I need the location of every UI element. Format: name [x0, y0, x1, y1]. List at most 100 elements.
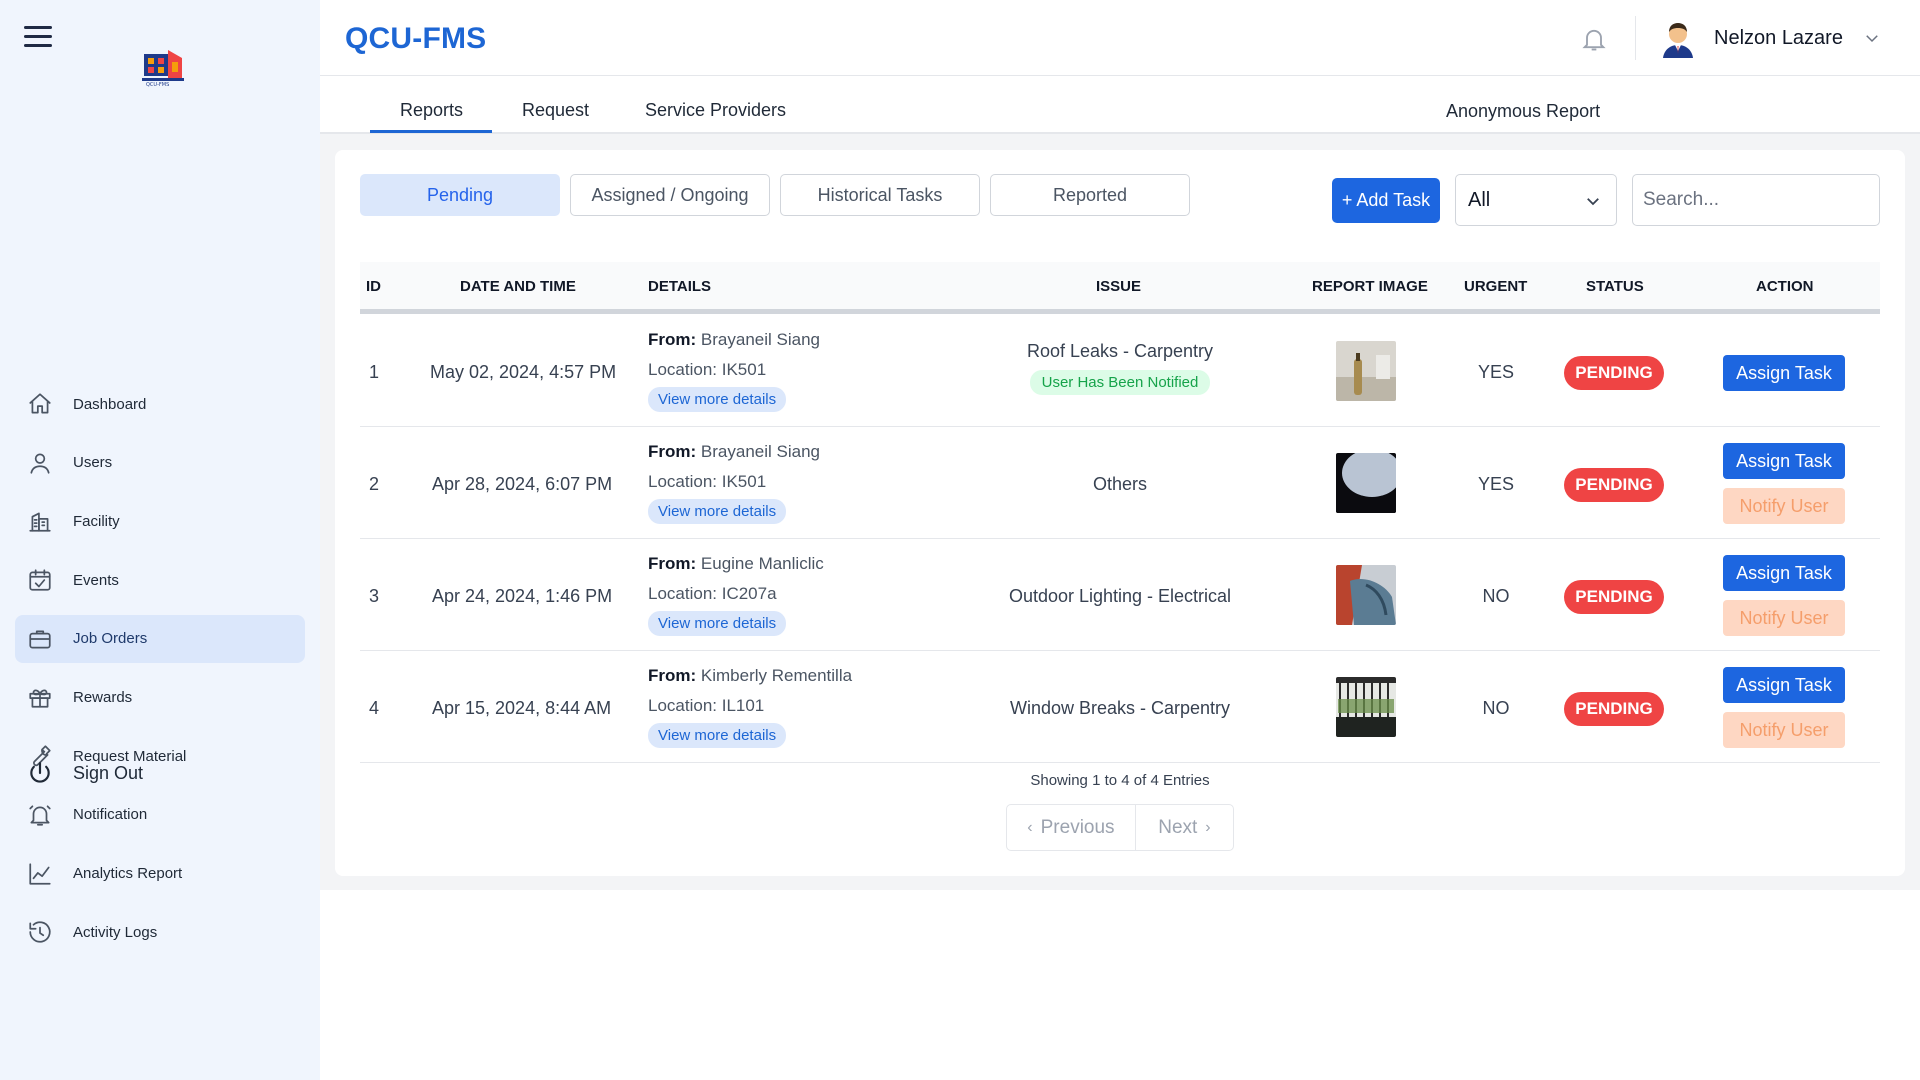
chart-line-icon — [27, 861, 53, 887]
chevron-left-icon: ‹ — [1027, 818, 1033, 836]
row-datetime: Apr 24, 2024, 1:46 PM — [432, 586, 613, 606]
previous-label: Previous — [1040, 816, 1115, 838]
sign-out-label: Sign Out — [73, 762, 144, 783]
row-from: Brayaneil Siang — [700, 442, 820, 461]
notify-user-button[interactable]: Notify User — [1723, 488, 1845, 524]
app-logo: QCU-FMS — [138, 44, 188, 88]
row-from: Brayaneil Siang — [700, 330, 820, 349]
status-badge: PENDING — [1564, 580, 1664, 614]
from-label: From: — [648, 330, 697, 349]
next-label: Next — [1158, 816, 1198, 838]
pagination: ‹ Previous Next › — [1006, 804, 1234, 851]
sidebar-item-label: Rewards — [73, 688, 133, 706]
assign-task-button[interactable]: Assign Task — [1723, 555, 1845, 591]
row-location: Location: IK501 — [648, 472, 767, 491]
column-header-id: ID — [366, 278, 381, 295]
briefcase-icon — [27, 626, 53, 652]
issue-text: Outdoor Lighting - Electrical — [1008, 586, 1232, 606]
building-icon — [27, 508, 53, 534]
tab-reports[interactable]: Reports — [400, 100, 463, 121]
filter-select-value: All — [1468, 188, 1491, 211]
row-details: From: Kimberly Rementilla Location: IL10… — [648, 661, 852, 748]
row-from: Eugine Manliclic — [700, 554, 824, 573]
filter-pending[interactable]: Pending — [360, 174, 560, 216]
status-badge: PENDING — [1564, 356, 1664, 390]
sidebar-item-facility[interactable]: Facility — [15, 497, 305, 545]
report-image[interactable] — [1336, 341, 1396, 401]
assign-task-button[interactable]: Assign Task — [1723, 667, 1845, 703]
avatar — [1663, 23, 1693, 58]
sidebar-item-dashboard[interactable]: Dashboard — [15, 380, 305, 428]
column-header-status: STATUS — [1586, 278, 1644, 295]
row-datetime: Apr 15, 2024, 8:44 AM — [432, 698, 612, 718]
sidebar-item-label: Activity Logs — [73, 923, 158, 941]
tab-anonymous-report[interactable]: Anonymous Report — [1446, 101, 1600, 122]
home-icon — [27, 391, 53, 417]
notified-badge: User Has Been Notified — [1029, 370, 1211, 395]
row-location: Location: IC207a — [648, 584, 777, 603]
add-task-button[interactable]: + Add Task — [1332, 178, 1440, 223]
issue-text: Roof Leaks - Carpentry — [1026, 341, 1214, 361]
row-issue: Roof Leaks - Carpentry User Has Been Not… — [960, 341, 1280, 395]
view-more-details-button[interactable]: View more details — [648, 387, 787, 412]
notify-user-button[interactable]: Notify User — [1723, 600, 1845, 636]
from-label: From: — [648, 554, 697, 573]
filter-select[interactable]: All — [1455, 174, 1617, 226]
app-title: QCU-FMS — [345, 22, 487, 55]
column-header-report-image: REPORT IMAGE — [1312, 278, 1428, 295]
row-id: 3 — [369, 586, 380, 606]
notification-bell-icon[interactable] — [1580, 25, 1608, 53]
sidebar-item-analytics-report[interactable]: Analytics Report — [15, 850, 305, 898]
previous-page-button[interactable]: ‹ Previous — [1007, 805, 1136, 850]
header: QCU-FMS Nelzon Lazare — [320, 0, 1920, 76]
tab-service-providers[interactable]: Service Providers — [645, 100, 786, 121]
sidebar-item-job-orders[interactable]: Job Orders — [15, 614, 305, 663]
report-image[interactable] — [1336, 565, 1396, 625]
filter-assigned-ongoing[interactable]: Assigned / Ongoing — [570, 174, 770, 216]
chevron-down-icon — [1584, 192, 1602, 210]
report-image[interactable] — [1336, 677, 1396, 737]
issue-text: Others — [1092, 474, 1148, 494]
sidebar-item-notification[interactable]: Notification — [15, 791, 305, 839]
table-row: 3 Apr 24, 2024, 1:46 PM From: Eugine Man… — [360, 539, 1880, 651]
column-header-date: DATE AND TIME — [460, 278, 576, 295]
view-more-details-button[interactable]: View more details — [648, 723, 787, 748]
next-page-button[interactable]: Next › — [1136, 805, 1233, 850]
assign-task-button[interactable]: Assign Task — [1723, 443, 1845, 479]
sidebar-item-events[interactable]: Events — [15, 556, 305, 604]
sidebar-item-label: Events — [73, 571, 119, 589]
column-header-details: DETAILS — [648, 278, 712, 295]
sidebar-item-label: Users — [73, 454, 113, 472]
user-name: Nelzon Lazare — [1714, 26, 1843, 49]
notify-user-button[interactable]: Notify User — [1723, 712, 1845, 748]
row-urgent: NO — [1482, 586, 1510, 606]
pagination-summary: Showing 1 to 4 of 4 Entries — [1030, 772, 1210, 789]
filter-reported[interactable]: Reported — [990, 174, 1190, 216]
view-more-details-button[interactable]: View more details — [648, 499, 787, 524]
sidebar-item-rewards[interactable]: Rewards — [15, 673, 305, 721]
header-divider — [1635, 16, 1636, 60]
active-tab-indicator — [370, 130, 492, 133]
column-header-urgent: URGENT — [1464, 278, 1528, 295]
row-urgent: YES — [1477, 474, 1515, 494]
sidebar-nav: Dashboard Users Facility Events Job Orde… — [15, 380, 305, 967]
sidebar-item-label: Analytics Report — [73, 865, 183, 882]
view-more-details-button[interactable]: View more details — [648, 611, 787, 636]
report-image[interactable] — [1336, 453, 1396, 513]
svg-text:QCU-FMS: QCU-FMS — [146, 82, 169, 88]
sign-out-button[interactable]: Sign Out — [27, 760, 143, 786]
sidebar-item-users[interactable]: Users — [15, 439, 305, 487]
menu-icon[interactable] — [24, 26, 52, 48]
filter-historical-tasks[interactable]: Historical Tasks — [780, 174, 980, 216]
search-input[interactable] — [1632, 174, 1880, 226]
sidebar-item-activity-logs[interactable]: Activity Logs — [15, 908, 305, 956]
row-details: From: Eugine Manliclic Location: IC207a … — [648, 549, 824, 636]
row-datetime: May 02, 2024, 4:57 PM — [430, 362, 617, 382]
assign-task-button[interactable]: Assign Task — [1723, 355, 1845, 391]
table-row: 4 Apr 15, 2024, 8:44 AM From: Kimberly R… — [360, 651, 1880, 763]
column-header-issue: ISSUE — [1096, 278, 1142, 295]
user-menu[interactable]: Nelzon Lazare — [1658, 18, 1881, 58]
row-issue: Outdoor Lighting - Electrical — [960, 586, 1280, 607]
from-label: From: — [648, 666, 697, 685]
tab-request[interactable]: Request — [522, 100, 589, 121]
